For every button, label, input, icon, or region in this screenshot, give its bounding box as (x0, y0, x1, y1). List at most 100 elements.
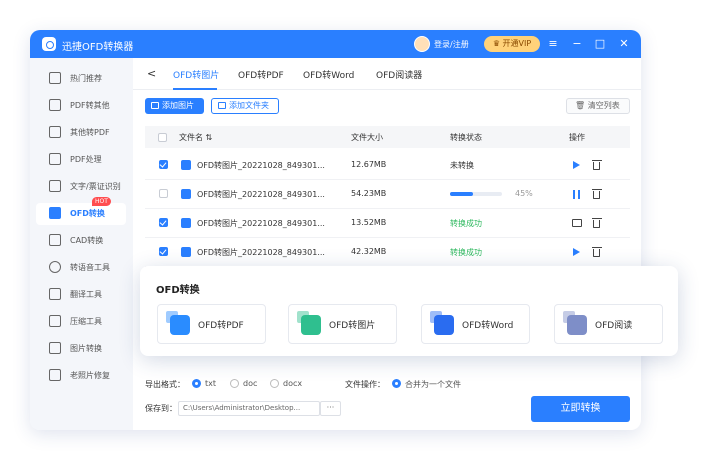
row-checkbox[interactable] (159, 247, 168, 256)
sidebar-item-image[interactable]: 图片转换 (36, 338, 126, 360)
image-icon (297, 311, 321, 335)
maximize-button[interactable]: □ (593, 36, 607, 52)
file-name: OFD转图片_20221028_849301... (197, 161, 325, 170)
add-image-button[interactable]: 添加图片 (145, 98, 204, 114)
clear-list-button[interactable]: 🗑 清空列表 (566, 98, 630, 114)
hot-badge: HOT (92, 197, 111, 206)
header-filename[interactable]: 文件名 ⇅ (179, 132, 212, 143)
sidebar-item-translate[interactable]: 翻译工具 (36, 284, 126, 306)
trash-icon[interactable] (591, 217, 602, 228)
format-radio-doc[interactable] (230, 379, 239, 388)
clear-list-label: 清空列表 (587, 101, 620, 110)
card-ofd-to-image[interactable]: OFD转图片 (288, 304, 397, 344)
minimize-button[interactable]: − (570, 36, 584, 52)
sidebar-item-ofd[interactable]: OFD转换 HOT (36, 197, 126, 225)
card-ofd-reader[interactable]: OFD阅读 (554, 304, 663, 344)
sidebar-item-label: 转语音工具 (70, 263, 110, 272)
sidebar-item-photo-restore[interactable]: 老照片修复 (36, 365, 126, 387)
menu-icon[interactable]: ≡ (546, 36, 560, 52)
card-label: OFD转图片 (329, 321, 376, 331)
play-icon[interactable] (573, 161, 580, 169)
tab-ofd-reader[interactable]: OFD阅读器 (376, 68, 422, 81)
sidebar-item-label: OFD转换 (70, 209, 105, 218)
table-row: OFD转图片_20221028_849301... 13.52MB 转换成功 (145, 209, 630, 238)
table-row: OFD转图片_20221028_849301... 54.23MB 45% (145, 180, 630, 209)
compress-icon (49, 315, 61, 327)
app-logo-icon (42, 37, 56, 51)
back-icon[interactable]: < (147, 67, 156, 80)
format-radio-txt[interactable] (192, 379, 201, 388)
select-all-checkbox[interactable] (158, 133, 167, 142)
format-label-docx: docx (283, 379, 303, 388)
sidebar-item-hot[interactable]: 热门推荐 (36, 68, 126, 90)
sidebar-item-tts[interactable]: 转语音工具 (36, 257, 126, 279)
sidebar-item-other-to-pdf[interactable]: 其他转PDF (36, 122, 126, 144)
vip-label: 开通VIP (502, 39, 532, 48)
sidebar-item-ocr[interactable]: 文字/票证识别 (36, 176, 126, 198)
file-size: 54.23MB (351, 189, 387, 198)
card-label: OFD转PDF (198, 321, 244, 331)
sidebar-item-pdf-to-other[interactable]: PDF转其他 (36, 95, 126, 117)
ocr-icon (49, 180, 61, 192)
file-op-value: 合并为一个文件 (405, 380, 461, 389)
trash-icon[interactable] (591, 246, 602, 257)
tab-ofd-to-word[interactable]: OFD转Word (303, 68, 354, 81)
sidebar-item-pdf-process[interactable]: PDF处理 (36, 149, 126, 171)
progress-bar (450, 192, 502, 196)
folder-open-icon[interactable] (572, 219, 582, 227)
ofd-icon (49, 207, 61, 219)
sidebar-item-label: 老照片修复 (70, 371, 110, 380)
table-row: OFD转图片_20221028_849301... 42.32MB 转换成功 (145, 238, 630, 267)
row-checkbox[interactable] (159, 160, 168, 169)
app-title: 迅捷OFD转换器 (62, 42, 134, 53)
vip-button[interactable]: ♛ 开通VIP (484, 36, 540, 52)
sidebar-item-label: 其他转PDF (70, 128, 110, 137)
sidebar: 热门推荐 PDF转其他 其他转PDF PDF处理 文字/票证识别 OFD转换 HO… (30, 58, 133, 430)
row-checkbox[interactable] (159, 218, 168, 227)
status-text: 转换成功 (450, 248, 482, 257)
file-size: 42.32MB (351, 247, 387, 256)
trash-icon[interactable] (591, 159, 602, 170)
add-folder-label: 添加文件夹 (229, 101, 269, 110)
trash-icon: 🗑 (575, 101, 588, 110)
sidebar-item-label: 翻译工具 (70, 290, 102, 299)
sidebar-item-label: 压缩工具 (70, 317, 102, 326)
ofd-file-icon (181, 189, 191, 199)
login-link[interactable]: 登录/注册 (434, 39, 469, 50)
format-radio-docx[interactable] (270, 379, 279, 388)
tab-bar: < OFD转图片 OFD转PDF OFD转Word OFD阅读器 (133, 58, 641, 90)
sidebar-item-cad[interactable]: CAD转换 (36, 230, 126, 252)
format-label-doc: doc (243, 379, 258, 388)
card-ofd-to-word[interactable]: OFD转Word (421, 304, 530, 344)
sidebar-item-label: PDF转其他 (70, 101, 110, 110)
avatar[interactable] (414, 36, 430, 52)
trash-icon[interactable] (591, 188, 602, 199)
tab-ofd-to-pdf[interactable]: OFD转PDF (238, 68, 284, 81)
image-icon (49, 342, 61, 354)
convert-button[interactable]: 立即转换 (531, 396, 630, 422)
card-ofd-to-pdf[interactable]: OFD转PDF (157, 304, 266, 344)
save-path-input[interactable]: C:\Users\Administrator\Desktop... (178, 401, 320, 416)
word-icon (430, 311, 454, 335)
file-size: 12.67MB (351, 160, 387, 169)
browse-button[interactable]: ··· (320, 401, 341, 416)
file-op-label: 文件操作： (345, 380, 385, 389)
pause-icon[interactable] (573, 190, 580, 199)
header-status: 转换状态 (450, 133, 482, 142)
table-row: OFD转图片_20221028_849301... 12.67MB 未转换 (145, 151, 630, 180)
play-icon[interactable] (573, 248, 580, 256)
file-name: OFD转图片_20221028_849301... (197, 248, 325, 257)
sidebar-item-label: 图片转换 (70, 344, 102, 353)
tab-ofd-to-image[interactable]: OFD转图片 (173, 68, 219, 81)
close-button[interactable]: ✕ (617, 36, 631, 52)
folder-add-icon (218, 102, 226, 109)
sidebar-item-compress[interactable]: 压缩工具 (36, 311, 126, 333)
row-checkbox[interactable] (159, 189, 168, 198)
add-folder-button[interactable]: 添加文件夹 (211, 98, 279, 114)
cad-icon (49, 234, 61, 246)
table-header: 文件名 ⇅ 文件大小 转换状态 操作 (145, 126, 630, 148)
sidebar-item-label: PDF处理 (70, 155, 102, 164)
header-actions: 操作 (569, 133, 585, 142)
file-op-radio[interactable] (392, 379, 401, 388)
ofd-file-icon (181, 218, 191, 228)
